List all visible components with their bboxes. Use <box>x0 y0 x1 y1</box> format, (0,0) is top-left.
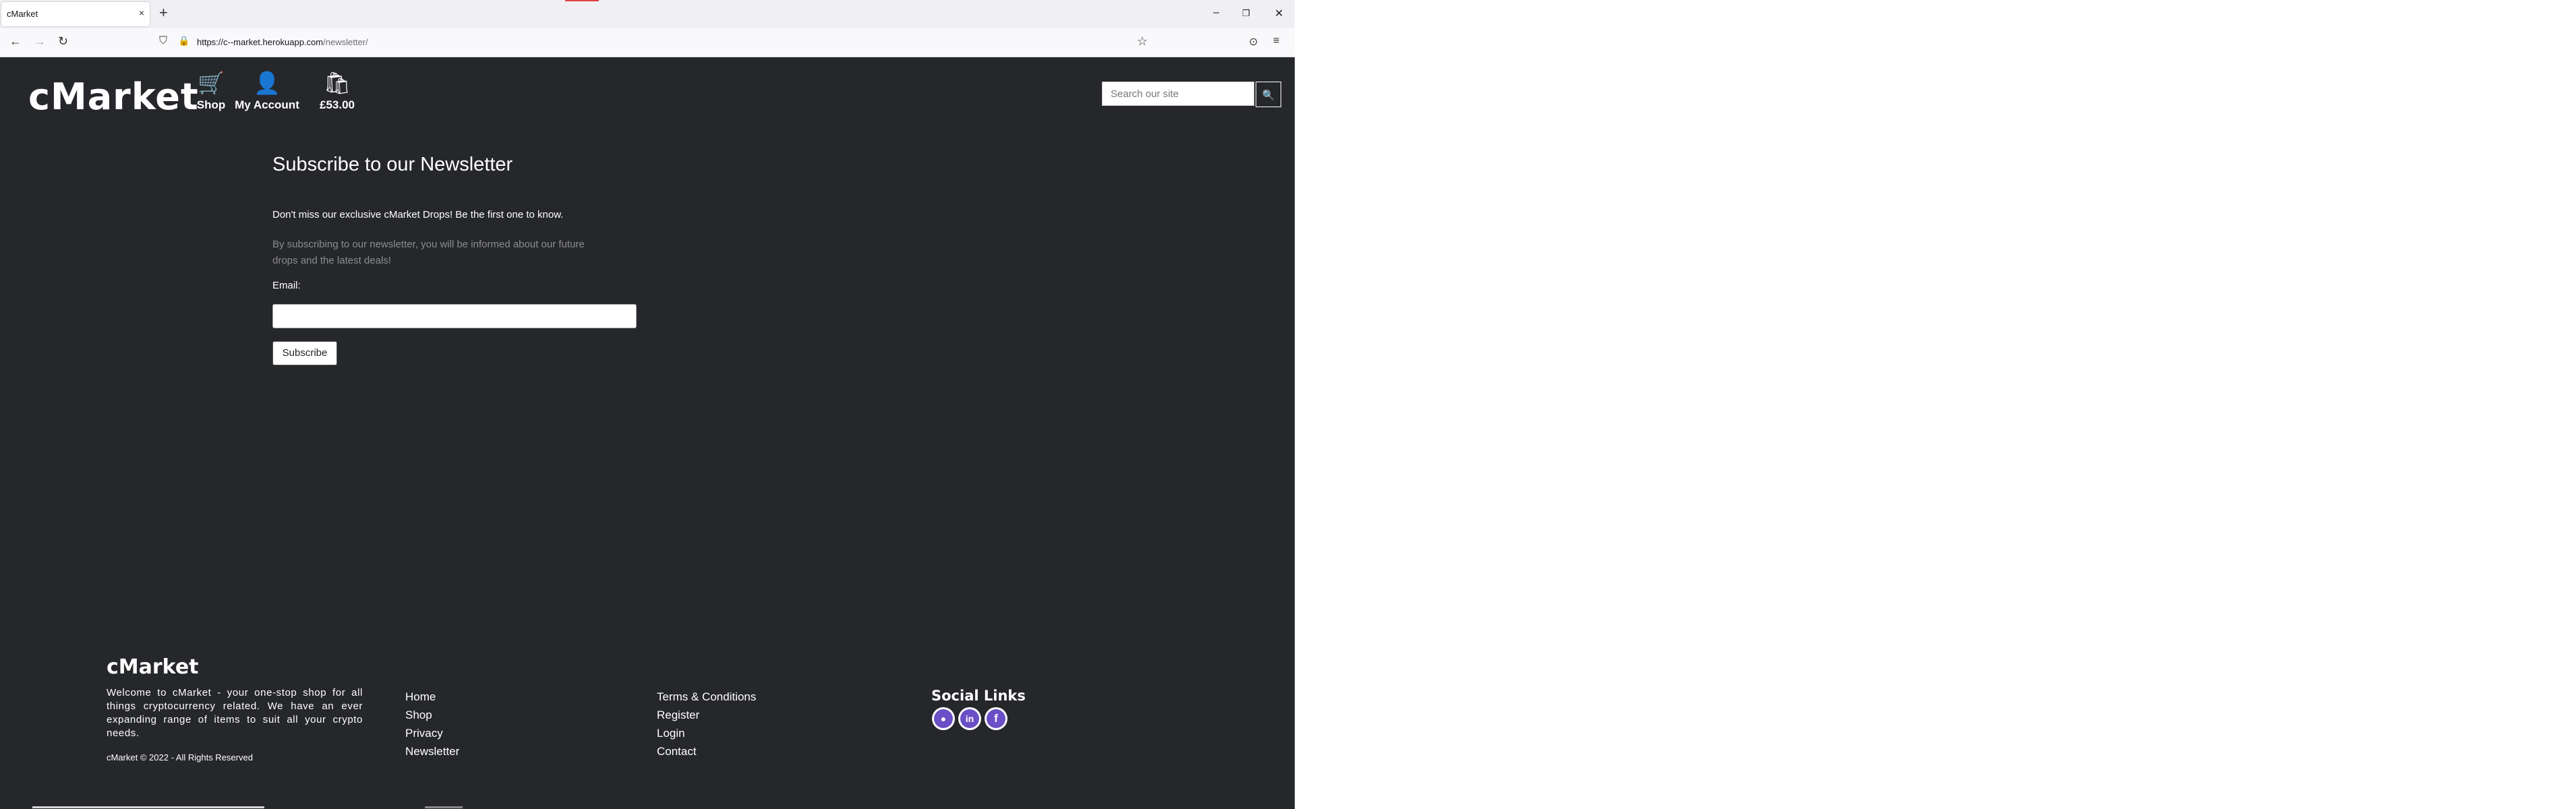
page-title: Subscribe to our Newsletter <box>272 154 513 175</box>
horizontal-scrollbar[interactable] <box>32 806 264 808</box>
footer-link-contact[interactable]: Contact <box>657 742 756 760</box>
minimize-icon[interactable]: – <box>1213 7 1219 19</box>
url-bar[interactable]: ⛉ 🔒 https://c--market.herokuapp.com/news… <box>159 32 1152 53</box>
footer-logo[interactable]: cMarket <box>107 655 199 679</box>
search-button[interactable]: 🔍 <box>1256 82 1281 107</box>
footer-description: Welcome to cMarket - your one-stop shop … <box>107 687 363 739</box>
tab-close-icon[interactable]: × <box>139 7 144 18</box>
cart-icon: 🛒 <box>198 71 225 95</box>
footer-link-terms[interactable]: Terms & Conditions <box>657 688 756 706</box>
nav-my-account-label: My Account <box>235 98 299 111</box>
pocket-icon[interactable]: ⊙ <box>1249 35 1258 49</box>
footer-link-newsletter[interactable]: Newsletter <box>405 742 459 760</box>
nav-my-account[interactable]: 👤 My Account <box>232 71 302 112</box>
facebook-link[interactable]: f <box>985 707 1007 730</box>
tab-strip: cMarket × + – ❐ ✕ <box>0 0 1295 28</box>
url-host: https://c--market.herokuapp.com <box>197 37 324 47</box>
info-text: By subscribing to our newsletter, you wi… <box>272 239 585 266</box>
footer-links-secondary: Terms & Conditions Register Login Contac… <box>657 688 756 760</box>
linkedin-link[interactable]: in <box>958 707 981 730</box>
search-form: 🔍 <box>1102 82 1284 107</box>
footer-link-shop[interactable]: Shop <box>405 706 459 724</box>
navigation-bar: ← → ↻ ⛉ 🔒 https://c--market.herokuapp.co… <box>0 28 1295 57</box>
reload-icon[interactable]: ↻ <box>58 34 68 49</box>
linkedin-icon: in <box>960 709 979 728</box>
url-path: /newsletter/ <box>323 37 368 47</box>
browser-window: cMarket × + – ❐ ✕ ← → ↻ ⛉ 🔒 https://c--m… <box>0 0 1295 809</box>
bag-icon: 🛍 <box>323 71 351 95</box>
facebook-icon: f <box>987 709 1005 728</box>
browser-tab[interactable]: cMarket × <box>1 2 150 26</box>
close-window-icon[interactable]: ✕ <box>1275 7 1283 20</box>
footer-link-register[interactable]: Register <box>657 706 756 724</box>
back-icon[interactable]: ← <box>9 34 22 49</box>
search-input[interactable] <box>1102 82 1254 106</box>
footer-link-home[interactable]: Home <box>405 688 459 706</box>
tab-title: cMarket <box>7 9 38 19</box>
restore-icon[interactable]: ❐ <box>1242 8 1250 19</box>
social-links-title: Social Links <box>931 688 1026 704</box>
scrollbar-thumb[interactable] <box>425 806 463 808</box>
shield-icon[interactable]: ⛉ <box>159 35 167 47</box>
url-text[interactable]: https://c--market.herokuapp.com/newslett… <box>197 37 368 47</box>
footer-link-privacy[interactable]: Privacy <box>405 724 459 742</box>
github-icon: ● <box>934 709 953 728</box>
email-label: Email: <box>272 280 301 291</box>
footer-copyright: cMarket © 2022 - All Rights Reserved <box>107 752 253 762</box>
tab-indicator <box>565 0 599 1</box>
basket-total: £53.00 <box>320 98 355 111</box>
github-link[interactable]: ● <box>932 707 955 730</box>
nav-shop[interactable]: 🛒 Shop <box>190 71 232 112</box>
nav-shop-label: Shop <box>196 98 226 111</box>
nav-basket[interactable]: 🛍 £53.00 <box>313 71 361 112</box>
user-icon: 👤 <box>254 71 281 95</box>
forward-icon[interactable]: → <box>34 34 46 49</box>
bookmark-star-icon[interactable]: ☆ <box>1137 34 1148 49</box>
new-tab-button[interactable]: + <box>159 5 168 20</box>
subscribe-button[interactable]: Subscribe <box>272 341 337 365</box>
search-icon: 🔍 <box>1262 90 1275 101</box>
site-logo[interactable]: cMarket <box>28 76 199 118</box>
lock-icon[interactable]: 🔒 <box>178 35 189 47</box>
footer-link-login[interactable]: Login <box>657 724 756 742</box>
menu-icon[interactable]: ≡ <box>1273 35 1279 47</box>
email-field[interactable] <box>272 304 637 328</box>
footer-links-primary: Home Shop Privacy Newsletter <box>405 688 459 760</box>
lead-text: Don't miss our exclusive cMarket Drops! … <box>272 209 564 220</box>
